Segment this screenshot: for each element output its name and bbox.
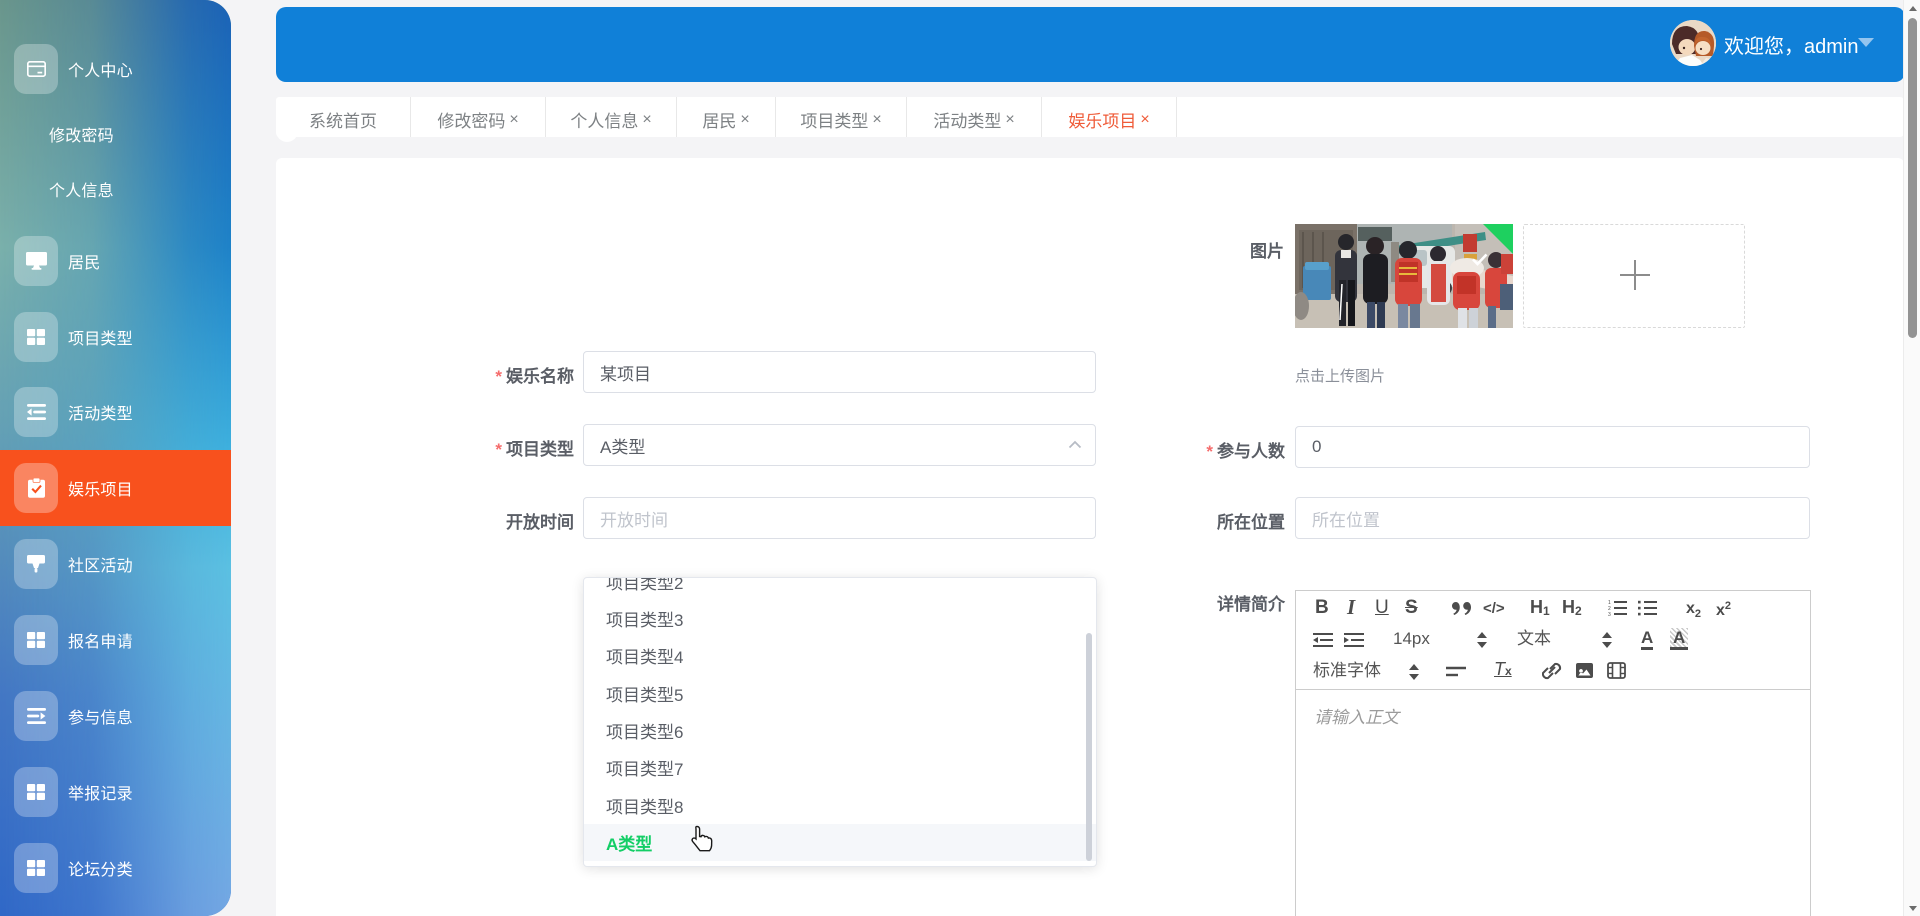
svg-text:3: 3 bbox=[1608, 612, 1611, 616]
